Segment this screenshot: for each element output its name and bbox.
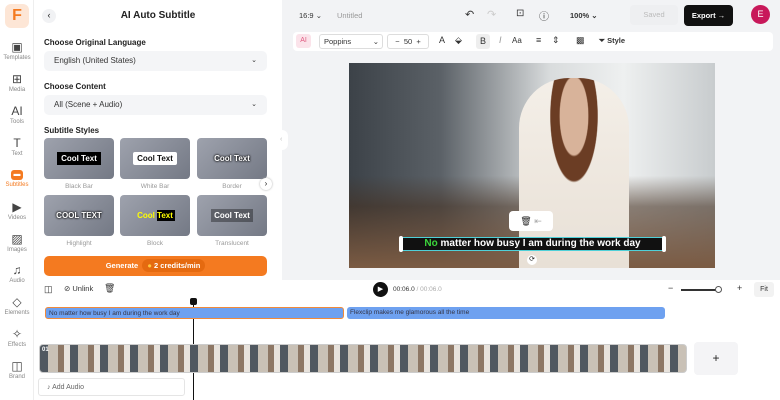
resize-handle-right[interactable] xyxy=(662,236,666,252)
subtitle-clip[interactable]: Flexclip makes me glamorous all the time xyxy=(347,307,665,319)
export-button[interactable]: Export → xyxy=(684,5,733,26)
videos-icon: ▶ xyxy=(12,200,22,214)
italic-button[interactable]: I xyxy=(499,35,502,45)
nav-images[interactable]: ▨ Images xyxy=(0,232,34,253)
ai-text-icon[interactable]: AI xyxy=(296,34,311,48)
app-logo[interactable]: F xyxy=(5,4,29,28)
top-bar: 16:9 ⌄ Untitled ↶ ↷ ⊡ ⓘ 100% ⌄ Saved Exp… xyxy=(282,0,780,30)
total-time: 00:06.0 xyxy=(420,286,442,293)
text-icon: T xyxy=(13,136,21,150)
audio-icon: ♫ xyxy=(12,263,22,277)
brand-icon: ◫ xyxy=(11,359,23,373)
nav-effects[interactable]: ✧ Effects xyxy=(0,327,34,348)
nav-media[interactable]: ⊞ Media xyxy=(0,72,34,93)
subtitle-panel: ‹ AI Auto Subtitle Choose Original Langu… xyxy=(34,0,282,280)
split-icon[interactable]: ⇤ xyxy=(534,216,542,226)
play-button[interactable]: ▶ xyxy=(373,282,388,297)
nav-text[interactable]: T Text xyxy=(0,136,34,157)
help-icon[interactable]: ⓘ xyxy=(539,8,549,23)
subtitle-clip[interactable]: No matter how busy I am during the work … xyxy=(45,307,344,319)
split-tool-icon[interactable]: ◫ xyxy=(44,284,53,295)
content-select[interactable]: All (Scene + Audio) ⌄ xyxy=(44,95,267,115)
styles-label: Subtitle Styles xyxy=(44,126,100,135)
bold-button[interactable]: B xyxy=(476,34,490,49)
sidebar-nav: F ▣ Templates ⊞ Media AI Tools T Text ▬ Subti… xyxy=(0,0,34,400)
music-note-icon: ♪ xyxy=(47,384,51,391)
language-select[interactable]: English (United States) ⌄ xyxy=(44,51,267,71)
nav-audio[interactable]: ♫ Audio xyxy=(0,263,34,284)
zoom-select[interactable]: 100% ⌄ xyxy=(570,11,598,20)
add-track-button[interactable]: + xyxy=(694,342,738,375)
video-track[interactable]: 01 xyxy=(39,344,687,373)
format-toolbar: AI Poppins ⌄ − 50 + A ⬙ B I Aa ≡ ⇕ ▩ ⏷ St… xyxy=(293,32,773,51)
style-border[interactable]: Cool Text Border xyxy=(197,138,267,190)
zoom-out-icon[interactable]: − xyxy=(668,283,673,293)
delete-icon[interactable]: 🗑 xyxy=(520,216,531,226)
styles-next-button[interactable]: › xyxy=(260,178,272,190)
style-white-bar[interactable]: Cool Text White Bar xyxy=(120,138,190,190)
subtitle-actions: 🗑 ⇤ xyxy=(509,211,553,231)
coin-icon: ● xyxy=(147,261,152,270)
video-canvas[interactable]: 🗑 ⇤ No matter how busy I am during the w… xyxy=(349,63,715,268)
slider-handle[interactable] xyxy=(715,286,722,293)
opacity-icon[interactable]: ▩ xyxy=(576,35,585,46)
images-icon: ▨ xyxy=(11,232,23,246)
nav-brand[interactable]: ◫ Brand xyxy=(0,359,34,380)
aspect-ratio-select[interactable]: 16:9 ⌄ xyxy=(299,11,322,20)
saved-status: Saved xyxy=(630,5,678,25)
style-black-bar[interactable]: Cool Text Black Bar xyxy=(44,138,114,190)
avatar[interactable]: E xyxy=(751,5,770,24)
font-size-stepper[interactable]: − 50 + xyxy=(387,34,429,49)
generate-button[interactable]: Generate ● 2 credits/min xyxy=(44,256,267,276)
templates-icon: ▣ xyxy=(11,40,23,54)
fit-button[interactable]: Fit xyxy=(754,282,774,297)
add-audio-button[interactable]: ♪ Add Audio xyxy=(38,378,185,396)
rotate-icon[interactable]: ⟳ xyxy=(527,255,537,265)
style-block[interactable]: Cool Text Block xyxy=(120,195,190,247)
panel-title: AI Auto Subtitle xyxy=(120,10,196,21)
redo-icon[interactable]: ↷ xyxy=(487,8,496,21)
project-name[interactable]: Untitled xyxy=(337,11,362,20)
effects-icon: ✧ xyxy=(11,327,23,341)
nav-subtitles[interactable]: ▬ Subtitles xyxy=(0,170,34,188)
content-label: Choose Content xyxy=(44,82,106,91)
preview-icon[interactable]: ⊡ xyxy=(516,8,524,19)
media-icon: ⊞ xyxy=(11,72,23,86)
nav-elements[interactable]: ◇ Elements xyxy=(0,295,34,316)
unlink-icon: ⊘ xyxy=(64,284,71,293)
ai-tools-icon: AI xyxy=(11,104,23,118)
elements-icon: ◇ xyxy=(12,295,22,309)
text-case-button[interactable]: Aa xyxy=(512,36,522,45)
style-highlight[interactable]: COOL TEXT Highlight xyxy=(44,195,114,247)
spacing-icon[interactable]: ⇕ xyxy=(552,35,560,46)
highlight-color-icon[interactable]: ⬙ xyxy=(455,35,462,46)
nav-videos[interactable]: ▶ Videos xyxy=(0,200,34,221)
style-button[interactable]: ⏷ Style xyxy=(599,36,625,46)
subtitle-text-box[interactable]: No matter how busy I am during the work … xyxy=(401,237,664,251)
language-label: Choose Original Language xyxy=(44,38,146,47)
current-time: 00:06.0 xyxy=(393,286,415,293)
timeline-zoom-slider[interactable] xyxy=(681,286,722,293)
style-icon: ⏷ xyxy=(599,36,605,45)
undo-icon[interactable]: ↶ xyxy=(465,8,474,21)
align-icon[interactable]: ≡ xyxy=(536,35,541,45)
zoom-in-icon[interactable]: + xyxy=(737,283,742,293)
style-translucent[interactable]: Cool Text Translucent xyxy=(197,195,267,247)
credits-badge: ● 2 credits/min xyxy=(142,259,206,272)
text-color-icon[interactable]: A xyxy=(439,35,445,45)
unlink-button[interactable]: ⊘ Unlink xyxy=(64,284,93,293)
resize-handle-left[interactable] xyxy=(399,236,403,252)
timeline: ◫ ⊘ Unlink 🗑 ▶ 00:06.0 / 00:06.0 − + Fit… xyxy=(34,280,780,400)
nav-templates[interactable]: ▣ Templates xyxy=(0,40,34,61)
font-select[interactable]: Poppins ⌄ xyxy=(319,34,383,49)
collapse-panel-handle[interactable]: ‹ xyxy=(280,130,288,150)
subtitles-icon: ▬ xyxy=(11,170,23,180)
chevron-down-icon: ⌄ xyxy=(251,57,257,64)
chevron-down-icon: ⌄ xyxy=(251,101,257,108)
delete-clip-icon[interactable]: 🗑 xyxy=(104,283,115,294)
nav-tools[interactable]: AI Tools xyxy=(0,104,34,125)
